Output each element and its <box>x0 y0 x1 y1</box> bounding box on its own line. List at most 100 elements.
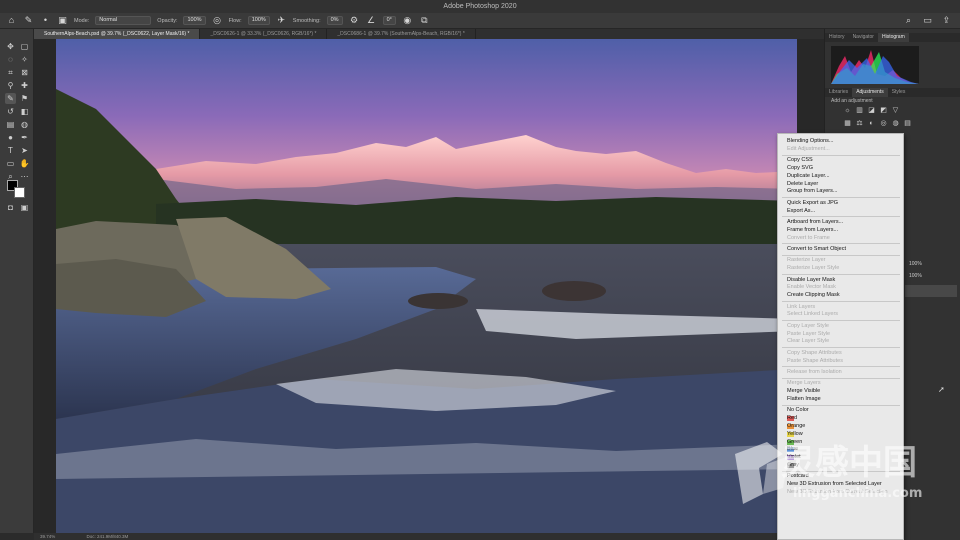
landscape-photo[interactable] <box>56 39 797 533</box>
title-bar: Adobe Photoshop 2020 <box>0 0 960 13</box>
vibrance-icon[interactable]: ▽ <box>891 107 900 115</box>
tab-libraries[interactable]: Libraries <box>825 88 852 97</box>
menu-item[interactable]: Green <box>787 439 802 445</box>
screen-mode-icon[interactable]: ▣ <box>19 202 30 213</box>
menu-item: New 3D Extrusion from Current Selection <box>787 489 888 495</box>
menu-item[interactable]: Convert to Smart Object <box>787 246 846 252</box>
artboard-tool-icon[interactable]: ▢ <box>19 41 30 52</box>
more-tools-icon[interactable]: ⋯ <box>19 171 30 182</box>
menu-item[interactable]: Orange <box>787 423 805 429</box>
angle-field[interactable]: 0° <box>382 16 396 25</box>
airbrush-icon[interactable]: ✈ <box>276 15 287 26</box>
levels-icon[interactable]: ▥ <box>855 107 864 115</box>
lasso-tool-icon[interactable]: ◌ <box>5 54 16 65</box>
black-white-icon[interactable]: ◐ <box>867 120 876 128</box>
tab-styles[interactable]: Styles <box>888 88 910 97</box>
tab-adjustments[interactable]: Adjustments <box>852 88 888 97</box>
app-title: Adobe Photoshop 2020 <box>443 3 517 10</box>
pressure-opacity-icon[interactable]: ◎ <box>212 15 223 26</box>
zoom-level[interactable]: 39.74% <box>40 534 55 539</box>
menu-item[interactable]: Blending Options... <box>787 138 833 144</box>
dodge-tool-icon[interactable]: ● <box>5 132 16 143</box>
layer-context-menu: Blending Options... Edit Adjustment... Cop… <box>777 133 904 540</box>
tab-navigator[interactable]: Navigator <box>849 33 878 42</box>
menu-item[interactable]: No Color <box>787 407 809 413</box>
eraser-tool-icon[interactable]: ◧ <box>19 106 30 117</box>
symmetry-icon[interactable]: ⧉ <box>419 15 430 26</box>
color-balance-icon[interactable]: ⚖ <box>855 120 864 128</box>
selected-layer-row[interactable] <box>905 285 957 297</box>
menu-item: Clear Layer Style <box>787 338 830 345</box>
history-brush-tool-icon[interactable]: ↺ <box>5 106 16 117</box>
menu-item[interactable]: Gray <box>787 462 799 468</box>
menu-item[interactable]: Disable Layer Mask <box>787 277 835 283</box>
canvas-area[interactable] <box>34 39 824 533</box>
menu-item[interactable]: New 3D Extrusion from Selected Layer <box>787 481 882 487</box>
tab-document-3[interactable]: _DSC0686-1 @ 39.7% (SouthernAlps-Beach, … <box>327 29 476 39</box>
layers-fill-field[interactable]: 100% <box>909 273 922 279</box>
type-tool-icon[interactable]: T <box>5 145 16 156</box>
menu-separator <box>782 243 900 245</box>
gear-icon[interactable]: ⚙ <box>349 15 360 26</box>
menu-item[interactable]: Duplicate Layer... <box>787 173 830 179</box>
smoothing-field[interactable]: 0% <box>326 16 343 25</box>
search-icon[interactable]: ⌕ <box>903 15 914 26</box>
rectangle-tool-icon[interactable]: ▭ <box>5 158 16 169</box>
mode-select[interactable]: Normal <box>95 16 152 25</box>
brush-size-icon[interactable]: • <box>40 15 51 26</box>
flow-field[interactable]: 100% <box>247 16 270 25</box>
menu-separator <box>782 254 900 256</box>
curves-icon[interactable]: ◪ <box>867 107 876 115</box>
menu-item[interactable]: Blue <box>787 446 798 452</box>
blur-tool-icon[interactable]: ◍ <box>19 119 30 130</box>
quick-select-tool-icon[interactable]: ✧ <box>19 54 30 65</box>
tab-histogram[interactable]: Histogram <box>877 33 909 42</box>
menu-item[interactable]: Flatten Image <box>787 396 821 402</box>
angle-icon[interactable]: ∠ <box>366 15 377 26</box>
share-icon[interactable]: ⇪ <box>941 15 952 26</box>
menu-item[interactable]: Frame from Layers... <box>787 227 838 233</box>
eyedropper-tool-icon[interactable]: ⚲ <box>5 80 16 91</box>
pressure-size-icon[interactable]: ◉ <box>402 15 413 26</box>
brush-tool-icon[interactable]: ✎ <box>23 15 34 26</box>
spot-healing-tool-icon[interactable]: ✚ <box>19 80 30 91</box>
menu-item[interactable]: Copy SVG <box>787 165 813 171</box>
tab-document-1[interactable]: SouthernAlps-Beach.psd @ 39.7% (_DSC0622… <box>34 29 201 39</box>
menu-item[interactable]: Delete Layer <box>787 181 818 187</box>
menu-item[interactable]: Merge Visible <box>787 388 820 394</box>
exposure-icon[interactable]: ◩ <box>879 107 888 115</box>
hand-tool-icon[interactable]: ✋ <box>19 158 30 169</box>
crop-tool-icon[interactable]: ⌗ <box>5 67 16 78</box>
hue-saturation-icon[interactable]: ▦ <box>843 120 852 128</box>
move-tool-icon[interactable]: ✥ <box>5 41 16 52</box>
menu-item[interactable]: Group from Layers... <box>787 188 837 194</box>
menu-item[interactable]: Artboard from Layers... <box>787 219 843 225</box>
menu-item[interactable]: Copy CSS <box>787 157 813 163</box>
layers-opacity-field[interactable]: 100% <box>909 261 922 267</box>
menu-item[interactable]: Red <box>787 415 797 421</box>
workspace-icon[interactable]: ▭ <box>922 15 933 26</box>
brush-tool-icon[interactable]: ✎ <box>5 93 16 104</box>
quick-mask-icon[interactable]: ◘ <box>5 202 16 213</box>
menu-item[interactable]: Yellow <box>787 431 803 437</box>
color-lookup-icon[interactable]: ▤ <box>903 120 912 128</box>
brightness-icon[interactable]: ☼ <box>843 107 852 115</box>
background-color-swatch[interactable] <box>14 187 25 198</box>
brush-panel-icon[interactable]: ▣ <box>57 15 68 26</box>
tab-document-2[interactable]: _DSC0626-1 @ 33.3% (_DSC0626, RGB/16*) * <box>200 29 328 39</box>
menu-item[interactable]: Quick Export as JPG <box>787 200 838 206</box>
frame-tool-icon[interactable]: ⊠ <box>19 67 30 78</box>
photo-filter-icon[interactable]: ◎ <box>879 120 888 128</box>
channel-mixer-icon[interactable]: ◍ <box>891 120 900 128</box>
menu-item[interactable]: Export As... <box>787 208 815 214</box>
clone-stamp-tool-icon[interactable]: ⚑ <box>19 93 30 104</box>
menu-item[interactable]: Postcard <box>787 473 809 479</box>
menu-item[interactable]: Create Clipping Mask <box>787 292 840 298</box>
tab-history[interactable]: History <box>825 33 849 42</box>
path-select-tool-icon[interactable]: ➤ <box>19 145 30 156</box>
opacity-field[interactable]: 100% <box>183 16 206 25</box>
gradient-tool-icon[interactable]: ▤ <box>5 119 16 130</box>
menu-item[interactable]: Violet <box>787 454 801 460</box>
pen-tool-icon[interactable]: ✒ <box>19 132 30 143</box>
home-icon[interactable]: ⌂ <box>6 15 17 26</box>
